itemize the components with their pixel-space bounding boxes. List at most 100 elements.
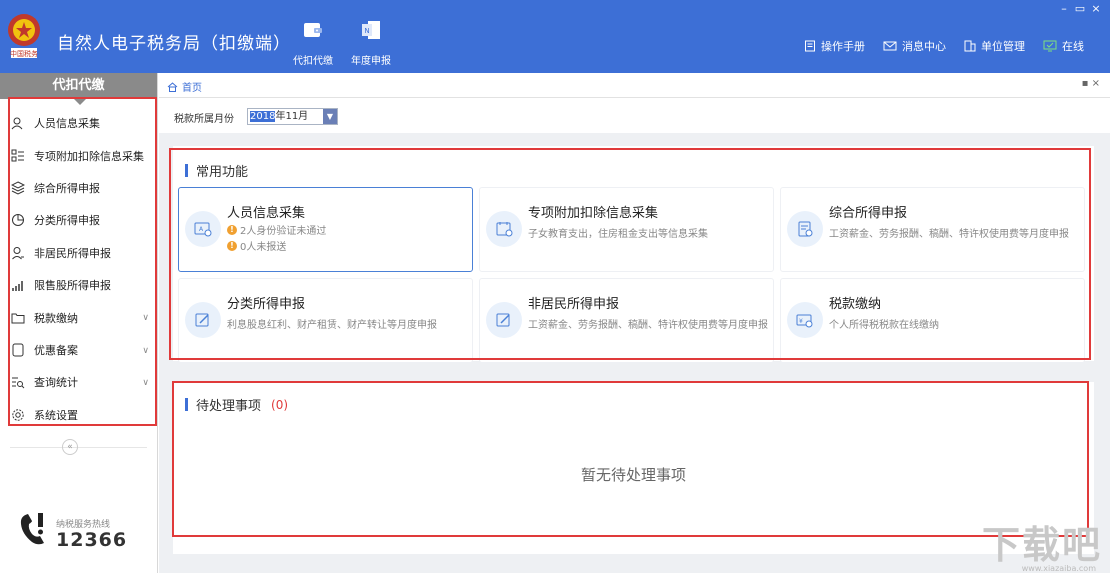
- window-controls: – ▭ ×: [1056, 2, 1104, 15]
- card-title: 分类所得申报: [227, 297, 306, 312]
- unit-management-link[interactable]: 单位管理: [964, 38, 1025, 54]
- sidebar-item-tax-payment[interactable]: 税款缴纳 ∨: [0, 301, 157, 333]
- layers-icon: [11, 181, 25, 195]
- svg-text:N: N: [364, 27, 369, 35]
- hotline-number: 12366: [56, 529, 128, 551]
- home-icon: [167, 81, 178, 92]
- sidebar-item-comprehensive-income[interactable]: 综合所得申报: [0, 172, 157, 204]
- folder-icon: [11, 311, 25, 325]
- pending-count: (0): [271, 397, 289, 412]
- calendar-icon: [486, 211, 522, 247]
- warning-unreported: ! 0人未报送: [227, 238, 286, 253]
- filter-bar: 税款所属月份 2018年11月 ▼: [159, 98, 1110, 133]
- user-outline-icon: [11, 246, 25, 260]
- warning-icon: !: [227, 240, 237, 251]
- wallet-icon: [304, 23, 322, 37]
- app-title: 自然人电子税务局（扣缴端）: [57, 34, 291, 54]
- report-icon: N: [362, 21, 380, 39]
- online-status[interactable]: 在线: [1043, 38, 1084, 54]
- sidebar-item-restricted-shares[interactable]: 限售股所得申报: [0, 269, 157, 301]
- tax-emblem-logo: 中国税务: [8, 14, 40, 58]
- form-icon: [787, 211, 823, 247]
- tax-month-value: 年11月: [275, 111, 309, 122]
- query-icon: [11, 375, 25, 389]
- tab-home[interactable]: 首页: [167, 79, 202, 94]
- card-description: 子女教育支出，住房租金支出等信息采集: [528, 229, 708, 240]
- card-person-info[interactable]: A 人员信息采集 ! 2人身份验证未通过 ! 0人未报送: [178, 187, 473, 272]
- tax-month-label: 税款所属月份: [174, 114, 234, 125]
- tax-month-select[interactable]: 2018年11月 ▼: [247, 108, 338, 125]
- svg-text:¥: ¥: [799, 318, 803, 325]
- chevron-down-icon: ∨: [142, 345, 149, 356]
- tax-year-value: 2018: [250, 111, 276, 122]
- card-title: 税款缴纳: [829, 297, 882, 312]
- minimize-button[interactable]: –: [1056, 2, 1072, 15]
- hotline: 纳税服务热线 12366: [18, 510, 126, 551]
- hotline-phone-icon: [20, 513, 44, 545]
- card-description: 工资薪金、劳务报酬、稿酬、特许权使用费等月度申报: [829, 229, 1069, 240]
- card-title: 专项附加扣除信息采集: [528, 206, 659, 221]
- chevron-down-icon: ∨: [142, 313, 149, 324]
- sidebar-item-person-info[interactable]: 人员信息采集: [0, 107, 157, 139]
- sidebar-title: 代扣代缴: [0, 73, 157, 105]
- sidebar-collapse-button[interactable]: «: [62, 439, 78, 455]
- sidebar-item-special-deduction[interactable]: 专项附加扣除信息采集: [0, 139, 157, 171]
- building-icon: [964, 40, 976, 52]
- tab-controls[interactable]: ▪ ×: [1082, 78, 1100, 89]
- mail-icon: [883, 41, 897, 51]
- top-nav-label: 年度申报: [351, 56, 391, 67]
- card-description: 工资薪金、劳务报酬、稿酬、特许权使用费等月度申报: [528, 320, 768, 331]
- card-title: 综合所得申报: [829, 206, 908, 221]
- sidebar: 代扣代缴 人员信息采集 专项附加扣除信息采集 综合所得申报 分类所得申报 非居民…: [0, 73, 158, 573]
- dropdown-arrow-icon[interactable]: ▼: [323, 109, 337, 124]
- sidebar-item-classified-income[interactable]: 分类所得申报: [0, 204, 157, 236]
- top-nav-label: 代扣代缴: [293, 56, 333, 67]
- list-icon: [11, 149, 25, 163]
- sidebar-item-system-settings[interactable]: 系统设置: [0, 399, 157, 431]
- message-center-link[interactable]: 消息中心: [883, 38, 946, 54]
- edit-icon: [185, 302, 221, 338]
- gear-icon: [11, 408, 25, 422]
- card-comprehensive-income[interactable]: 综合所得申报 工资薪金、劳务报酬、稿酬、特许权使用费等月度申报: [780, 187, 1085, 272]
- card-special-deduction[interactable]: 专项附加扣除信息采集 子女教育支出，住房租金支出等信息采集: [479, 187, 774, 272]
- main-content: 首页 ▪ × 税款所属月份 2018年11月 ▼ 常用功能 A 人员信息采集 !…: [159, 73, 1110, 573]
- sidebar-divider: [10, 447, 147, 448]
- tab-bar: 首页 ▪ ×: [159, 73, 1110, 98]
- common-functions-panel: 常用功能 A 人员信息采集 ! 2人身份验证未通过 ! 0人未报送 专项附加扣除信息…: [173, 146, 1094, 363]
- card-classified-income[interactable]: 分类所得申报 利息股息红利、财产租赁、财产转让等月度申报: [178, 278, 473, 363]
- watermark-url: www.xiazaiba.com: [1021, 564, 1096, 573]
- svg-text:A: A: [199, 226, 204, 233]
- edit-icon: [486, 302, 522, 338]
- card-nonresident-income[interactable]: 非居民所得申报 工资薪金、劳务报酬、稿酬、特许权使用费等月度申报: [479, 278, 774, 363]
- warning-icon: !: [227, 224, 237, 235]
- card-title: 人员信息采集: [227, 206, 306, 221]
- watermark-logo: 下载吧: [981, 523, 1102, 567]
- sidebar-item-preferential-filing[interactable]: 优惠备案 ∨: [0, 334, 157, 366]
- card-description: 利息股息红利、财产租赁、财产转让等月度申报: [227, 320, 437, 331]
- top-nav-withholding[interactable]: 代扣代缴: [284, 20, 342, 67]
- pending-items-panel: 待处理事项 (0) 暂无待处理事项: [173, 382, 1094, 554]
- pie-icon: [11, 213, 25, 227]
- empty-state-message: 暂无待处理事项: [580, 466, 686, 484]
- header-links: 操作手册 消息中心 单位管理 在线: [786, 38, 1084, 54]
- card-tax-payment[interactable]: ¥ 税款缴纳 个人所得税税款在线缴纳: [780, 278, 1085, 363]
- card-title: 非居民所得申报: [528, 297, 620, 312]
- sidebar-menu: 人员信息采集 专项附加扣除信息采集 综合所得申报 分类所得申报 非居民所得申报 …: [0, 99, 157, 431]
- warning-identity: ! 2人身份验证未通过: [227, 222, 326, 237]
- manual-icon: [805, 40, 815, 52]
- card-description: 个人所得税税款在线缴纳: [829, 320, 939, 331]
- top-nav: 代扣代缴 N 年度申报: [284, 20, 400, 67]
- svg-text:中国税务: 中国税务: [10, 49, 38, 58]
- sidebar-item-nonresident-income[interactable]: 非居民所得申报: [0, 237, 157, 269]
- app-header: 中国税务 自然人电子税务局（扣缴端） 代扣代缴 N 年度申报 操作手册 消息中心…: [0, 0, 1110, 73]
- manual-link[interactable]: 操作手册: [804, 38, 865, 54]
- restore-button[interactable]: ▭: [1072, 2, 1088, 15]
- sidebar-item-query-statistics[interactable]: 查询统计 ∨: [0, 366, 157, 398]
- payment-icon: ¥: [787, 302, 823, 338]
- top-nav-annual-report[interactable]: N 年度申报: [342, 20, 400, 67]
- chevron-down-icon: ∨: [142, 378, 149, 389]
- id-card-icon: A: [185, 211, 221, 247]
- close-button[interactable]: ×: [1088, 2, 1104, 15]
- pending-items-title: 待处理事项 (0): [185, 395, 289, 415]
- online-icon: [1043, 40, 1057, 52]
